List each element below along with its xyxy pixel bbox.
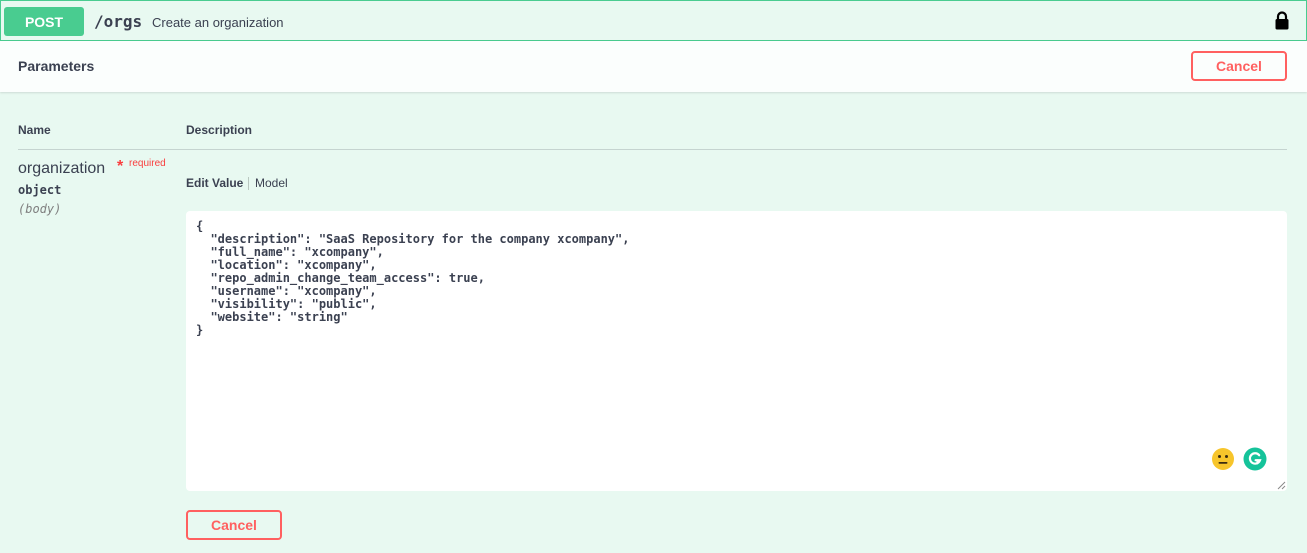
grammarly-icon[interactable] (1243, 447, 1267, 471)
tab-separator (248, 177, 249, 190)
cancel-try-out-button[interactable]: Cancel (1191, 51, 1287, 81)
operation-summary-text: Create an organization (152, 15, 284, 30)
parameter-name: organization (18, 160, 106, 177)
resize-grip-icon[interactable] (1277, 481, 1286, 490)
cancel-button[interactable]: Cancel (186, 510, 282, 540)
required-label: required (129, 158, 166, 169)
request-body-editor[interactable] (186, 211, 1287, 491)
required-star: * (117, 158, 124, 175)
operation-summary[interactable]: POST /orgs Create an organization (0, 0, 1307, 41)
column-header-name: Name (18, 123, 51, 137)
tab-edit-value[interactable]: Edit Value (186, 176, 243, 190)
column-header-description: Description (186, 123, 253, 137)
neutral-face-emoji-icon[interactable] (1211, 447, 1235, 471)
lock-icon[interactable] (1274, 11, 1290, 31)
parameters-title: Parameters (18, 58, 95, 74)
parameter-type: object (18, 183, 62, 197)
operation-path: /orgs (94, 12, 143, 31)
method-badge: POST (4, 7, 84, 36)
parameters-header: Parameters Cancel (0, 41, 1307, 92)
tab-model[interactable]: Model (255, 176, 288, 190)
parameter-location: (body) (18, 202, 62, 216)
table-divider (18, 149, 1287, 150)
